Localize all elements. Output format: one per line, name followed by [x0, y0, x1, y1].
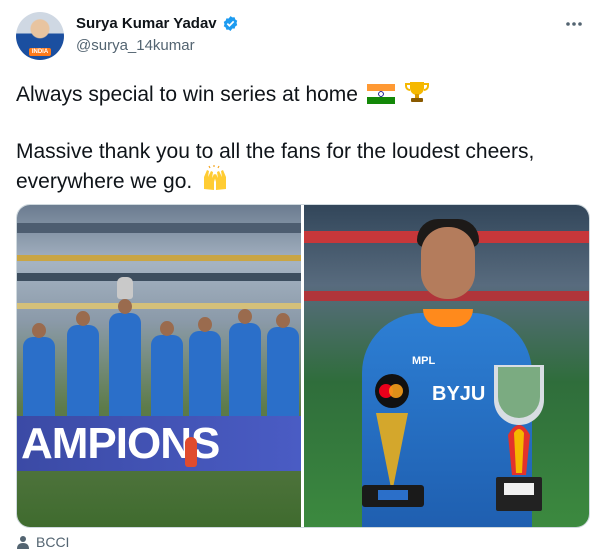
stadium-board — [17, 255, 301, 261]
author-display-name[interactable]: Surya Kumar Yadav — [76, 15, 217, 32]
tweet-paragraph-1: Always special to win series at home — [16, 80, 576, 111]
team-celebration-photo[interactable]: AMPIONS — [17, 205, 301, 527]
verified-badge-icon — [222, 15, 239, 32]
series-trophy-icon — [494, 365, 544, 511]
player-figure — [23, 323, 55, 417]
author-avatar[interactable]: INDIA — [16, 12, 64, 60]
player-figure — [67, 311, 99, 417]
player-with-trophy-photo[interactable]: MPL BYJU — [304, 205, 589, 527]
player-figure — [109, 299, 141, 417]
image-source: BCCI — [16, 534, 69, 550]
champions-banner: AMPIONS — [17, 416, 301, 471]
mastercard-trophy-icon — [362, 374, 424, 507]
trophy-icon — [404, 80, 430, 111]
person-icon — [16, 535, 30, 549]
player-figure — [189, 317, 221, 417]
avatar-jersey-tag: INDIA — [29, 48, 51, 56]
player-figure — [267, 313, 299, 417]
tweet-paragraph-2: Massive thank you to all the fans for th… — [16, 138, 576, 198]
stadium-stand — [17, 273, 301, 281]
tweet-header: INDIA Surya Kumar Yadav @surya_14kumar — [16, 12, 584, 64]
player-figure — [151, 321, 183, 417]
more-options-icon[interactable] — [564, 16, 584, 32]
raising-hands-icon — [201, 165, 229, 198]
stadium-board — [17, 303, 301, 309]
trophy-raised-icon — [117, 277, 133, 299]
tweet-body: Always special to win series at home Mas… — [16, 80, 576, 198]
player-face — [421, 227, 475, 299]
player-figure — [229, 309, 261, 417]
tweet-media-grid[interactable]: AMPIONS MPL BYJU — [16, 204, 590, 528]
tweet-text-line-1: Always special to win series at home — [16, 83, 358, 106]
stadium-stand — [17, 223, 301, 233]
trophy-on-stage-icon — [185, 437, 197, 467]
author-name-row: Surya Kumar Yadav — [76, 15, 239, 32]
india-flag-icon — [366, 84, 395, 111]
author-handle[interactable]: @surya_14kumar — [76, 37, 195, 54]
tweet-text-line-2: Massive thank you to all the fans for th… — [16, 140, 535, 193]
jersey-sponsor-byju: BYJU — [432, 383, 486, 405]
source-label[interactable]: BCCI — [36, 534, 69, 550]
jersey-sponsor-mpl: MPL — [412, 355, 436, 367]
